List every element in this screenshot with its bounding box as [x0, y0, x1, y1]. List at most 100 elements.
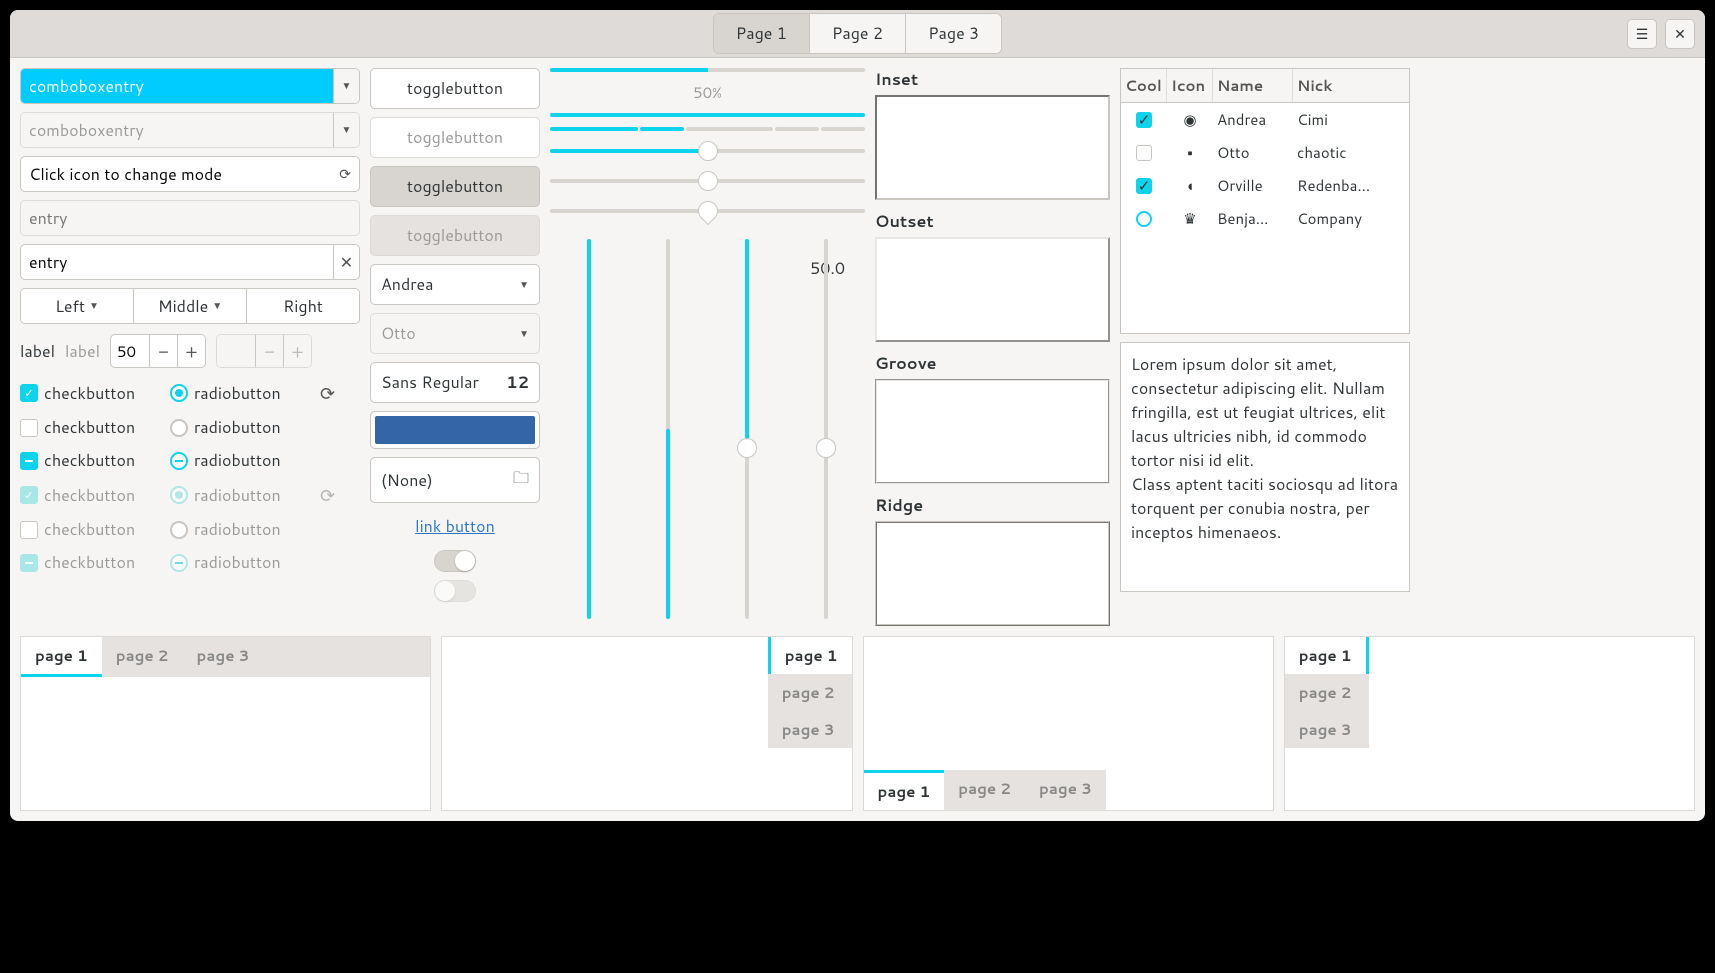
spinbutton-value[interactable]: 50	[111, 335, 149, 367]
spinbutton[interactable]: 50 − +	[110, 334, 206, 368]
row-icon: ▪	[1167, 140, 1213, 165]
chevron-down-icon[interactable]: ▼	[333, 69, 359, 103]
checkbox-icon	[20, 419, 38, 437]
progressbar-2	[550, 113, 865, 117]
nb-tab-2[interactable]: page 2	[1285, 674, 1369, 711]
notebook-tabs: page 1 page 2 page 3	[21, 637, 430, 677]
table-row[interactable]: ♛ Benja... Company	[1121, 202, 1409, 235]
vscale-4[interactable]	[816, 239, 836, 619]
frame-outset: Outset	[875, 210, 1110, 342]
tab-page-1[interactable]: Page 1	[714, 14, 810, 53]
menu-button[interactable]: ☰	[1627, 19, 1657, 49]
radiobutton-unchecked-disabled: radiobutton	[170, 518, 320, 541]
sync-icon[interactable]: ⟳	[339, 164, 351, 184]
nb-tab-1[interactable]: page 1	[21, 637, 102, 677]
radio-icon	[170, 521, 188, 539]
radio-icon	[170, 384, 188, 402]
togglebutton-4-active-disabled: togglebutton	[370, 215, 540, 256]
nb-tab-1[interactable]: page 1	[768, 637, 852, 674]
label: label	[20, 340, 55, 363]
hscale-1[interactable]	[550, 141, 865, 161]
textview[interactable]: Lorem ipsum dolor sit amet, consectetur …	[1120, 342, 1410, 592]
nb-tab-1[interactable]: page 1	[1285, 637, 1369, 674]
table-row[interactable]: ▪ Otto chaotic	[1121, 136, 1409, 169]
col1: ▼ ▼ ⟳ ✕ Left▼ Middle▼ Right	[20, 68, 360, 626]
checkbutton-checked[interactable]: checkbutton	[20, 380, 170, 406]
comboboxentry-1-input[interactable]	[21, 69, 333, 103]
chevron-down-icon: ▼	[212, 299, 222, 313]
combobox-1[interactable]: Andrea▼	[370, 264, 540, 305]
notebook-tabs: page 1 page 2 page 3	[768, 637, 852, 748]
left-button[interactable]: Left▼	[21, 289, 134, 323]
radio-icon	[170, 452, 188, 470]
radiobutton-mixed-disabled: radiobutton	[170, 551, 320, 574]
notebook-top: page 1 page 2 page 3	[20, 636, 431, 811]
hscale-2[interactable]	[550, 171, 865, 191]
checkbox-icon	[20, 452, 38, 470]
radio-icon	[170, 486, 188, 504]
spin-plus[interactable]: +	[177, 335, 205, 367]
th-icon[interactable]: Icon	[1167, 69, 1213, 102]
frame-inset: Inset	[875, 68, 1110, 200]
treeview[interactable]: Cool Icon Name Nick ◉ Andrea Cimi ▪	[1120, 68, 1410, 334]
checkbutton-mixed[interactable]: checkbutton	[20, 449, 170, 472]
checkbutton-mixed-disabled: checkbutton	[20, 551, 170, 574]
radiobutton-mixed[interactable]: radiobutton	[170, 449, 320, 472]
entry[interactable]: ✕	[20, 244, 360, 280]
row-icon: ◉	[1167, 107, 1213, 132]
nb-tab-3[interactable]: page 3	[183, 637, 264, 677]
spin-minus[interactable]: −	[149, 335, 177, 367]
row-checkbox[interactable]	[1136, 178, 1152, 194]
color-button[interactable]	[370, 411, 540, 449]
checkbutton-unchecked[interactable]: checkbutton	[20, 416, 170, 439]
hamburger-icon: ☰	[1636, 24, 1649, 44]
th-nick[interactable]: Nick	[1293, 69, 1409, 102]
close-button[interactable]: ✕	[1665, 19, 1695, 49]
comboboxentry-2: ▼	[20, 112, 360, 148]
label-disabled: label	[65, 340, 100, 363]
middle-button[interactable]: Middle▼	[134, 289, 247, 323]
row-checkbox[interactable]	[1136, 112, 1152, 128]
togglebutton-1[interactable]: togglebutton	[370, 68, 540, 109]
radiobutton-checked[interactable]: radiobutton	[170, 380, 320, 406]
right-button[interactable]: Right	[247, 289, 359, 323]
linked-buttons: Left▼ Middle▼ Right	[20, 288, 360, 324]
tab-page-3[interactable]: Page 3	[906, 14, 1001, 53]
notebook-right: page 1 page 2 page 3	[441, 636, 852, 811]
checkbox-icon	[20, 554, 38, 572]
entry-input[interactable]	[21, 251, 333, 274]
iconmode-input[interactable]	[21, 163, 339, 186]
vscale-1[interactable]	[579, 239, 599, 619]
tab-page-2[interactable]: Page 2	[810, 14, 906, 53]
combobox-2-disabled: Otto▼	[370, 313, 540, 354]
row-radio[interactable]	[1136, 211, 1152, 227]
nb-tab-3[interactable]: page 3	[1025, 770, 1106, 810]
iconmode-entry[interactable]: ⟳	[20, 156, 360, 192]
table-row[interactable]: ◖ Orville Redenba...	[1121, 169, 1409, 202]
row-icon: ◖	[1167, 173, 1213, 198]
table-row[interactable]: ◉ Andrea Cimi	[1121, 103, 1409, 136]
radiobutton-unchecked[interactable]: radiobutton	[170, 416, 320, 439]
nb-tab-3[interactable]: page 3	[1285, 711, 1369, 748]
nb-tab-2[interactable]: page 2	[768, 674, 852, 711]
font-button[interactable]: Sans Regular12	[370, 362, 540, 403]
chevron-down-icon: ▼	[519, 278, 529, 292]
th-cool[interactable]: Cool	[1121, 69, 1167, 102]
nb-tab-2[interactable]: page 2	[102, 637, 183, 677]
row-nick: chaotic	[1293, 140, 1409, 165]
th-name[interactable]: Name	[1213, 69, 1293, 102]
switch-on[interactable]	[434, 550, 476, 572]
vscale-2[interactable]	[658, 239, 678, 619]
notebook-bottom: page 1 page 2 page 3	[863, 636, 1274, 811]
nb-tab-1[interactable]: page 1	[864, 770, 945, 810]
nb-tab-3[interactable]: page 3	[768, 711, 852, 748]
nb-tab-2[interactable]: page 2	[944, 770, 1025, 810]
file-chooser-button[interactable]: (None)🗀	[370, 457, 540, 503]
togglebutton-3-active[interactable]: togglebutton	[370, 166, 540, 207]
vscale-3[interactable]	[737, 239, 757, 619]
row-checkbox[interactable]	[1136, 145, 1152, 161]
clear-icon[interactable]: ✕	[333, 245, 359, 279]
link-button[interactable]: link button	[370, 511, 540, 542]
comboboxentry-1[interactable]: ▼	[20, 68, 360, 104]
hscale-3[interactable]	[550, 201, 865, 221]
